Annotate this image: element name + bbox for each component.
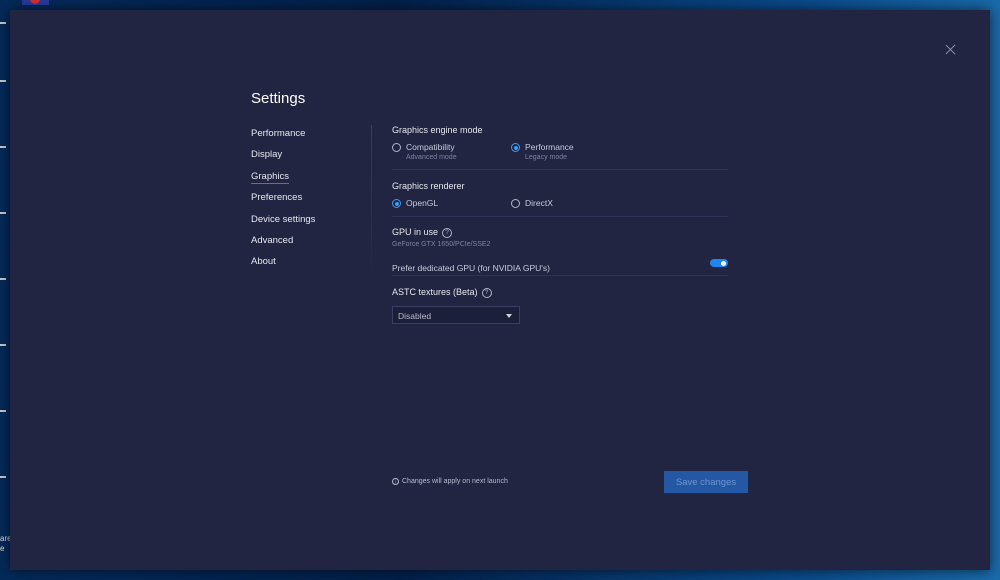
- radio-performance[interactable]: Performance Legacy mode: [511, 142, 574, 163]
- radio-opengl[interactable]: OpenGL: [392, 198, 511, 209]
- radio-label: Performance: [525, 142, 574, 152]
- prefer-dedicated-gpu-toggle[interactable]: [710, 259, 728, 267]
- caret-down-icon: [506, 314, 512, 318]
- nav-item-label: Preferences: [251, 192, 303, 204]
- radio-sublabel: Legacy mode: [525, 154, 568, 161]
- radio-checked-icon: [511, 143, 520, 152]
- section-divider: [392, 216, 728, 217]
- settings-nav: Performance Display Graphics Preferences…: [251, 128, 315, 278]
- nav-item-label: Performance: [251, 128, 306, 139]
- nav-item-about[interactable]: About: [251, 256, 315, 277]
- nav-item-label: About: [251, 256, 276, 268]
- dropdown-value: Disabled: [398, 310, 432, 321]
- nav-divider: [371, 125, 372, 275]
- desktop-icon[interactable]: [0, 410, 6, 412]
- radio-directx[interactable]: DirectX: [511, 198, 553, 209]
- astc-textures-dropdown[interactable]: Disabled: [392, 306, 520, 324]
- gpu-label-text: GPU in use: [392, 227, 439, 237]
- info-icon: i: [392, 478, 399, 485]
- nav-item-label: Advanced: [251, 234, 294, 246]
- desktop-icons-strip: are e: [0, 0, 12, 580]
- save-changes-button[interactable]: Save changes: [664, 471, 748, 493]
- close-button[interactable]: [944, 43, 958, 57]
- radio-unchecked-icon: [392, 143, 401, 152]
- section-divider: [392, 169, 728, 170]
- desktop-icon[interactable]: [0, 212, 6, 214]
- nav-item-label: Graphics: [251, 170, 290, 184]
- gpu-label: GPU in use?: [392, 227, 728, 238]
- nav-item-preferences[interactable]: Preferences: [251, 192, 315, 213]
- nav-item-advanced[interactable]: Advanced: [251, 235, 315, 256]
- desktop-icon[interactable]: [0, 146, 6, 148]
- desktop-icon[interactable]: [0, 344, 6, 346]
- graphics-settings-panel: Graphics engine mode Compatibility Advan…: [392, 125, 728, 324]
- help-icon[interactable]: ?: [481, 288, 492, 298]
- astc-label: ASTC textures (Beta)?: [392, 287, 728, 298]
- nav-item-performance[interactable]: Performance: [251, 128, 315, 149]
- renderer-label: Graphics renderer: [392, 181, 465, 191]
- nav-item-graphics[interactable]: Graphics: [251, 170, 315, 192]
- radio-label: Compatibility: [406, 142, 455, 152]
- radio-checked-icon: [392, 199, 401, 208]
- engine-mode-label: Graphics engine mode: [392, 125, 483, 135]
- radio-sublabel: Advanced mode: [406, 154, 457, 161]
- nav-item-display[interactable]: Display: [251, 149, 315, 170]
- app-logo-icon: [22, 0, 49, 5]
- desktop-icon[interactable]: [0, 278, 6, 280]
- desktop-icon-label: e: [0, 544, 5, 553]
- radio-label: OpenGL: [406, 198, 439, 208]
- settings-dialog: Settings Performance Display Graphics Pr…: [10, 10, 990, 570]
- gpu-name: GeForce GTX 1650/PCIe/SSE2: [392, 241, 491, 248]
- footer-note: i Changes will apply on next launch: [392, 478, 508, 485]
- section-divider: [392, 275, 728, 276]
- nav-item-label: Device settings: [251, 213, 316, 225]
- desktop-icon[interactable]: [0, 80, 6, 82]
- radio-label: DirectX: [525, 198, 553, 208]
- page-title: Settings: [251, 90, 306, 107]
- nav-item-label: Display: [251, 149, 283, 161]
- nav-item-device-settings[interactable]: Device settings: [251, 214, 315, 235]
- radio-unchecked-icon: [511, 199, 520, 208]
- desktop-icon[interactable]: [0, 476, 6, 478]
- help-icon[interactable]: ?: [442, 228, 453, 238]
- prefer-dedicated-gpu-label: Prefer dedicated GPU (for NVIDIA GPU's): [392, 263, 550, 273]
- astc-label-text: ASTC textures (Beta): [392, 287, 478, 297]
- desktop-icon[interactable]: [0, 22, 6, 24]
- footer-note-text: Changes will apply on next launch: [402, 478, 508, 485]
- radio-compatibility[interactable]: Compatibility Advanced mode: [392, 142, 511, 163]
